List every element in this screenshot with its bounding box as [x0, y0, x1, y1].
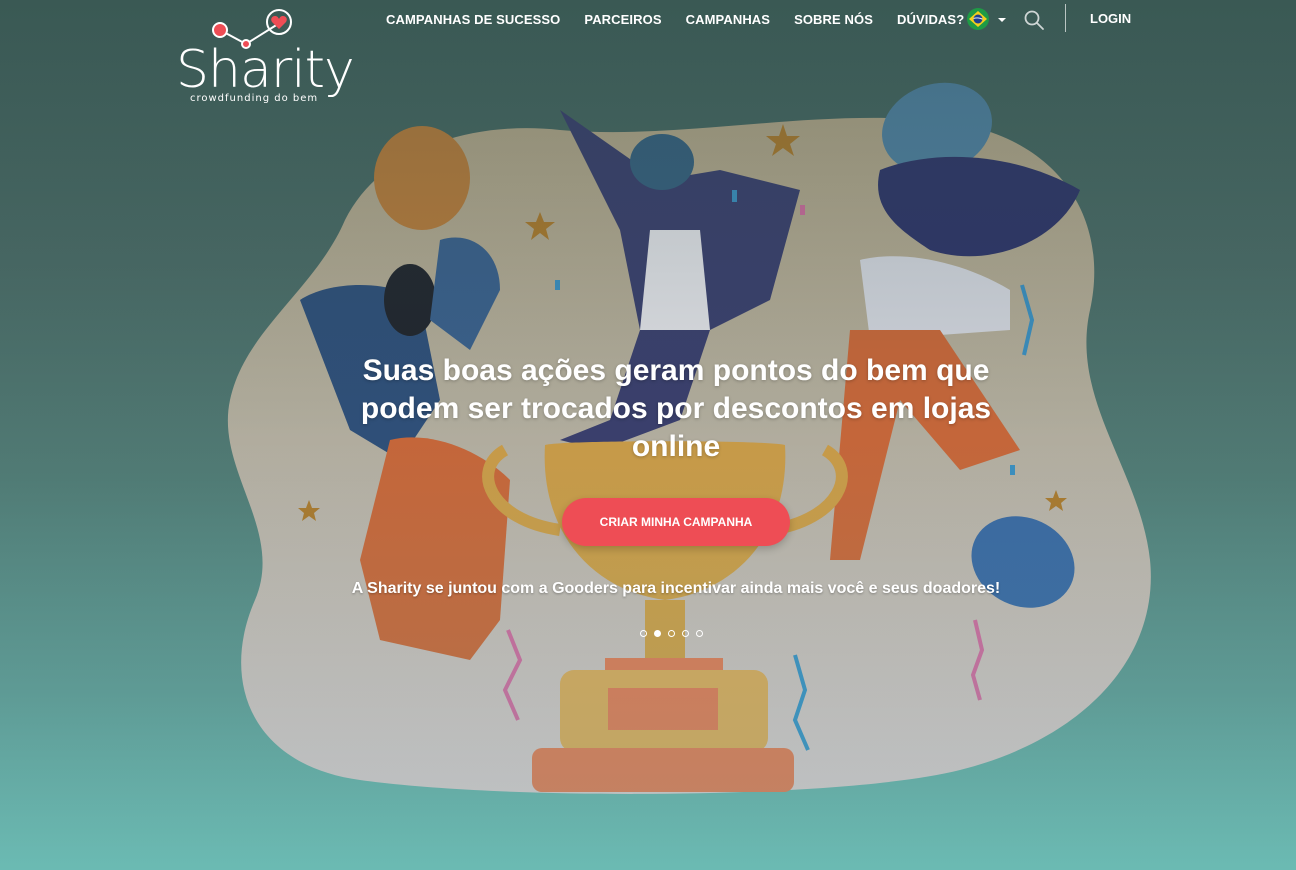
main-nav: CAMPANHAS DE SUCESSO PARCEIROS CAMPANHAS… — [386, 10, 988, 28]
slider-dot[interactable] — [696, 630, 703, 637]
nav-link-parceiros[interactable]: PARCEIROS — [584, 12, 661, 27]
create-campaign-button[interactable]: CRIAR MINHA CAMPANHA — [562, 498, 790, 546]
slider-pagination — [640, 630, 703, 637]
hero-headline: Suas boas ações geram pontos do bem que … — [360, 354, 992, 463]
slider-dot[interactable] — [640, 630, 647, 637]
nav-link-campanhas-de-sucesso[interactable]: CAMPANHAS DE SUCESSO — [386, 12, 560, 27]
slider-dot-active[interactable] — [654, 630, 661, 637]
slider-dot[interactable] — [668, 630, 675, 637]
nav-divider — [1065, 4, 1066, 32]
slider-dot[interactable] — [682, 630, 689, 637]
logo-wordmark: Sharity — [176, 40, 355, 100]
nav-link-duvidas[interactable]: DÚVIDAS? — [897, 12, 964, 27]
login-link[interactable]: LOGIN — [1090, 11, 1131, 26]
logo-tagline: crowdfunding do bem — [190, 93, 319, 104]
brazil-flag-icon[interactable] — [966, 7, 990, 31]
hero-subtext: A Sharity se juntou com a Gooders para i… — [351, 580, 1001, 597]
nav-link-campanhas[interactable]: CAMPANHAS — [686, 12, 770, 27]
search-icon[interactable] — [1022, 8, 1046, 32]
nav-link-sobre-nos[interactable]: SOBRE NÓS — [794, 12, 873, 27]
sharity-logo[interactable]: Sharity crowdfunding do bem — [176, 8, 355, 108]
language-dropdown-caret-icon[interactable] — [998, 18, 1006, 22]
